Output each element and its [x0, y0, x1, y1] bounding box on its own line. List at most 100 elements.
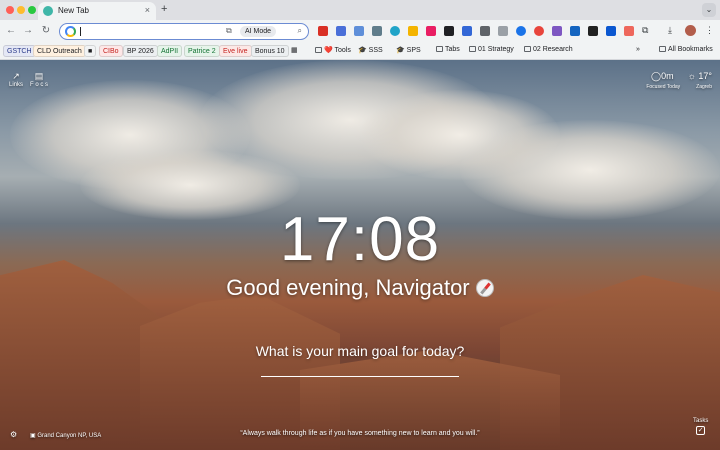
focus-label: F o c s: [30, 82, 49, 88]
extension-icon[interactable]: [408, 26, 418, 36]
extension-icon[interactable]: [372, 26, 382, 36]
avatar[interactable]: [685, 25, 696, 36]
bookmark-chip[interactable]: Bonus 10: [251, 45, 289, 57]
all-bookmarks-folder[interactable]: All Bookmarks: [659, 46, 713, 53]
close-window-button[interactable]: [6, 6, 14, 14]
extension-icon[interactable]: [534, 26, 544, 36]
reload-button[interactable]: ↻: [40, 25, 52, 36]
tab-title: New Tab: [58, 6, 89, 15]
bookmark-folder[interactable]: 02 Research: [524, 46, 573, 53]
bookmark-chip[interactable]: Eve live: [219, 45, 252, 57]
links-button[interactable]: ↗ Links: [9, 71, 23, 88]
maximize-window-button[interactable]: [28, 6, 36, 14]
goal-prompt: What is your main goal for today?: [255, 343, 465, 359]
tab-search-button[interactable]: ⌄: [702, 3, 716, 17]
bookmark-label: Tabs: [445, 46, 460, 53]
address-bar[interactable]: ⧉ AI Mode ⌕: [59, 23, 309, 40]
extension-icon[interactable]: [462, 26, 472, 36]
goal-input[interactable]: [261, 376, 459, 377]
new-tab-button[interactable]: +: [161, 3, 167, 15]
bookmarks-overflow-button[interactable]: »: [636, 46, 640, 53]
bookmark-chip[interactable]: Patrice 2: [184, 45, 220, 57]
bookmarks-bar: GSTCH CLD Outreach ■ CIBo BP 2026 AdPII …: [0, 42, 720, 60]
text-caret: [80, 27, 81, 36]
extension-icon[interactable]: [480, 26, 490, 36]
tab-strip: New Tab × + ⌄: [0, 0, 720, 20]
focus-time-value: 0m: [661, 71, 674, 81]
bookmark-label: 02 Research: [533, 46, 573, 53]
city-label: Zagreb: [696, 84, 712, 90]
sun-icon: ☼: [687, 71, 696, 81]
timer-icon: ◯: [651, 71, 662, 81]
links-label: Links: [9, 82, 24, 88]
folder-icon: [469, 46, 476, 52]
forward-button[interactable]: →: [22, 25, 34, 36]
bookmark-chip[interactable]: GSTCH: [3, 45, 36, 57]
greeting-text: Good evening, Navigator: [226, 275, 470, 300]
bookmark-label: All Bookmarks: [668, 46, 713, 53]
bookmark-label: 🎓 SSS: [358, 47, 383, 54]
greeting: Good evening, Navigator: [0, 275, 720, 301]
bookmark-label: ❤️ Tools: [324, 47, 351, 54]
lens-icon[interactable]: ⧉: [226, 26, 232, 36]
toolbar: ← → ↻ ⧉ AI Mode ⌕ ⧉ ⤓ ⋮: [0, 20, 720, 42]
extension-icon[interactable]: [390, 26, 400, 36]
tab-new-tab[interactable]: New Tab ×: [38, 2, 156, 20]
bookmark-folder[interactable]: Tabs: [436, 46, 460, 53]
bookmark-chip[interactable]: AdPII: [157, 45, 183, 57]
focus-time: ◯0m: [651, 71, 674, 82]
puzzle-icon[interactable]: ⧉: [642, 25, 648, 36]
extension-icon[interactable]: [516, 26, 526, 36]
compass-icon: [475, 279, 494, 297]
bookmark-link[interactable]: 🎓 SSS: [358, 46, 383, 54]
search-icon[interactable]: ⌕: [298, 26, 302, 36]
bookmark-chip[interactable]: CIBo: [99, 45, 123, 57]
daily-quote: “Always walk through life as if you have…: [240, 430, 480, 437]
focus-time-label: Focused Today: [646, 84, 681, 90]
bookmark-folder[interactable]: 01 Strategy: [469, 46, 514, 53]
extension-icon[interactable]: [318, 26, 328, 36]
temperature-value: 17°: [698, 71, 712, 81]
ai-mode-button[interactable]: AI Mode: [240, 26, 277, 37]
external-link-icon: ↗: [12, 71, 20, 81]
clock: 17:08: [279, 205, 441, 274]
apps-grid-icon[interactable]: ▦: [291, 46, 298, 54]
bookmark-folder[interactable]: ❤️ Tools: [315, 46, 351, 54]
bookmark-chip[interactable]: BP 2026: [123, 45, 158, 57]
folder-icon: [315, 47, 322, 53]
focus-button[interactable]: ▤ F o c s: [30, 71, 48, 88]
extension-icon[interactable]: [606, 26, 616, 36]
download-icon[interactable]: ⤓: [668, 25, 672, 36]
bookmark-label: 01 Strategy: [478, 46, 514, 53]
extension-icon[interactable]: [624, 26, 634, 36]
extension-icon[interactable]: [336, 26, 346, 36]
extension-icon[interactable]: [588, 26, 598, 36]
back-button[interactable]: ←: [5, 25, 17, 36]
google-icon: [65, 26, 76, 37]
tab-close-icon[interactable]: ×: [145, 5, 150, 15]
folder-icon: [524, 46, 531, 52]
extension-icon[interactable]: [498, 26, 508, 36]
bookmark-chip[interactable]: ■: [84, 45, 97, 57]
temperature: ☼ 17°: [688, 71, 712, 82]
menu-icon[interactable]: ⋮: [705, 25, 714, 36]
bookmark-link[interactable]: 🎓 SPS: [396, 46, 421, 54]
bookmark-label: 🎓 SPS: [396, 47, 421, 54]
extension-icon[interactable]: [552, 26, 562, 36]
focus-icon: ▤: [34, 71, 44, 81]
weather-widget[interactable]: ◯0m ☼ 17° Focused Today Zagreb: [646, 71, 712, 90]
bookmark-chip[interactable]: CLD Outreach: [33, 45, 86, 57]
folder-icon: [659, 46, 666, 52]
folder-icon: [436, 46, 443, 52]
minimize-window-button[interactable]: [17, 6, 25, 14]
tab-favicon-icon: [43, 6, 53, 16]
checkbox-icon: ✓: [696, 426, 706, 435]
extension-icon[interactable]: [570, 26, 580, 36]
tasks-label: Tasks: [693, 418, 709, 424]
new-tab-background: ↗ Links ▤ F o c s ◯0m ☼ 17° Focused Toda…: [0, 60, 720, 450]
extension-icon[interactable]: [444, 26, 454, 36]
background-cloud: [460, 120, 720, 220]
tasks-button[interactable]: Tasks ✓: [693, 418, 708, 435]
extension-icon[interactable]: [354, 26, 364, 36]
extension-icon[interactable]: [426, 26, 436, 36]
